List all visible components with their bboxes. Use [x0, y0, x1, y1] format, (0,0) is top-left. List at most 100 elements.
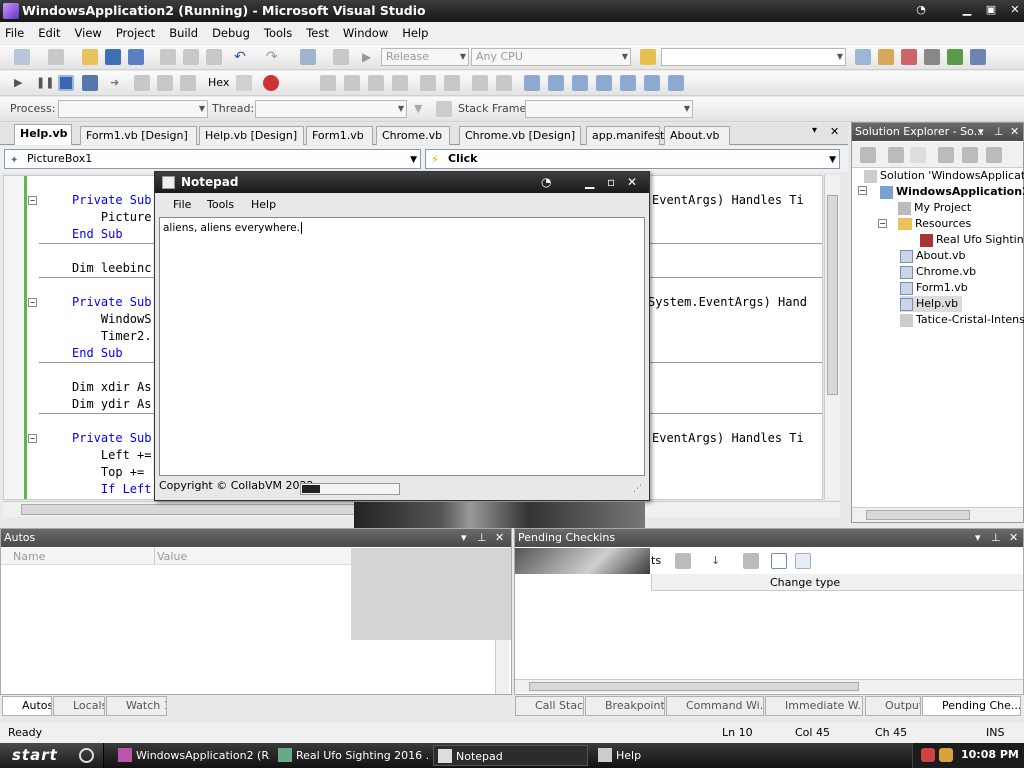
redo-icon[interactable]: ↷ [266, 49, 282, 65]
task-visual-studio[interactable]: WindowsApplication2 (R... [114, 745, 270, 766]
scrollbar-thumb[interactable] [529, 682, 859, 691]
menu-test[interactable]: Test [299, 22, 336, 44]
collapse-icon[interactable]: − [28, 434, 37, 443]
tab-form1-design[interactable]: Form1.vb [Design] [80, 126, 197, 145]
tree-about-vb[interactable]: About.vb [900, 248, 966, 264]
pane-menu-icon[interactable]: ▾ [978, 123, 984, 141]
solution-configuration-select[interactable]: Release ▼ [381, 48, 469, 66]
show-next-statement-icon[interactable]: ➜ [110, 75, 126, 91]
indent-decrease-icon[interactable] [420, 75, 436, 91]
menu-build[interactable]: Build [162, 22, 205, 44]
clock[interactable]: 10:08 PM [961, 748, 1019, 761]
uncomment-icon[interactable] [496, 75, 512, 91]
align-icon[interactable] [344, 75, 360, 91]
tab-immediate-window[interactable]: Immediate W... [765, 696, 863, 716]
notepad-menu-file[interactable]: File [173, 198, 191, 211]
column-header-name[interactable]: Name [13, 550, 45, 563]
open-icon[interactable] [82, 49, 98, 65]
autos-scrollbar[interactable] [495, 640, 509, 694]
clear-bookmarks-icon[interactable] [596, 75, 612, 91]
class-diagram-icon[interactable] [986, 147, 1002, 163]
tab-watch-1[interactable]: Watch 1 [106, 696, 167, 716]
tab-pending-checkins[interactable]: Pending Che... [922, 696, 1021, 716]
collapse-icon[interactable]: − [858, 186, 867, 195]
bookmark-folder-icon[interactable] [620, 75, 636, 91]
tab-output[interactable]: Output [865, 696, 921, 716]
view-designer-icon[interactable] [962, 147, 978, 163]
step-out-icon[interactable] [180, 75, 196, 91]
column-header-change-type[interactable]: Change type [770, 576, 840, 589]
new-project-icon[interactable] [14, 49, 30, 65]
pane-menu-icon[interactable]: ▾ [975, 529, 981, 547]
close-tab-icon[interactable]: ✕ [830, 125, 839, 138]
paste-icon[interactable] [206, 49, 222, 65]
tree-resource-file[interactable]: Real Ufo Sighting [920, 232, 1024, 248]
notepad-title-bar[interactable]: Notepad ◔ ▁ ▫ ✕ [155, 172, 649, 193]
pending-horizontal-scrollbar[interactable] [515, 679, 1023, 693]
properties-icon[interactable] [860, 147, 876, 163]
menu-tools[interactable]: Tools [257, 22, 299, 44]
tab-autos[interactable]: Autos [2, 696, 52, 716]
tray-icon[interactable] [921, 748, 935, 762]
tab-app-manifest[interactable]: app.manifest [586, 126, 664, 145]
stack-frame-select[interactable]: ▼ [525, 100, 693, 118]
find-in-files-icon[interactable] [640, 49, 656, 65]
notepad-menu-help[interactable]: Help [251, 198, 276, 211]
toolbox-icon[interactable] [924, 49, 940, 65]
save-icon[interactable] [105, 49, 121, 65]
menu-debug[interactable]: Debug [205, 22, 257, 44]
step-into-icon[interactable] [134, 75, 150, 91]
method-name-select[interactable]: ⚡ Click ▼ [425, 149, 840, 169]
close-icon[interactable]: ✕ [1009, 529, 1018, 547]
navigate-forward-icon[interactable] [333, 49, 349, 65]
maximize-button[interactable]: ▫ [607, 172, 615, 193]
tree-help-vb[interactable]: Help.vb [900, 296, 963, 312]
pointer-icon[interactable] [368, 75, 384, 91]
object-browser-icon[interactable] [901, 49, 917, 65]
add-item-icon[interactable] [48, 49, 64, 65]
find-combo[interactable]: ▼ [661, 48, 846, 66]
menu-window[interactable]: Window [336, 22, 395, 44]
menu-help[interactable]: Help [395, 22, 435, 44]
prev-bookmark-folder-icon[interactable] [644, 75, 660, 91]
close-button[interactable]: ✕ [627, 172, 637, 193]
editor-vertical-scrollbar[interactable] [824, 175, 840, 500]
pane-menu-icon[interactable]: ▾ [461, 529, 467, 547]
task-notepad[interactable]: Notepad [433, 745, 588, 766]
menu-edit[interactable]: Edit [31, 22, 67, 44]
update-icon[interactable] [675, 553, 691, 569]
filter-icon[interactable]: ▼ [414, 101, 430, 117]
pin-icon[interactable]: ⊥ [477, 529, 487, 547]
tab-locals[interactable]: Locals [53, 696, 105, 716]
layout-icon[interactable] [320, 75, 336, 91]
break-all-icon[interactable]: ❚❚ [36, 75, 54, 91]
close-button[interactable]: ✕ [1006, 2, 1024, 18]
start-button[interactable]: start [0, 743, 104, 768]
next-bookmark-folder-icon[interactable] [668, 75, 684, 91]
tab-help-design[interactable]: Help.vb [Design] [199, 126, 304, 145]
flag-thread-icon[interactable] [436, 101, 452, 117]
prev-bookmark-icon[interactable] [548, 75, 564, 91]
tab-command-window[interactable]: Command Wi... [666, 696, 764, 716]
copy-icon[interactable] [183, 49, 199, 65]
refresh-icon[interactable] [910, 147, 926, 163]
flat-view-icon[interactable] [771, 553, 787, 569]
breakpoint-toggle-icon[interactable] [236, 75, 252, 91]
collapse-icon[interactable]: − [28, 196, 37, 205]
show-all-files-icon[interactable] [888, 147, 904, 163]
start-icon[interactable]: ▶ [362, 49, 378, 65]
tab-breakpoints[interactable]: Breakpoints [585, 696, 665, 716]
collapse-icon[interactable]: − [878, 219, 887, 228]
help-icon[interactable]: ◔ [541, 172, 551, 193]
menu-project[interactable]: Project [109, 22, 162, 44]
font-size-icon[interactable] [392, 75, 408, 91]
menu-view[interactable]: View [68, 22, 109, 44]
tree-resources[interactable]: Resources [898, 216, 971, 232]
tree-chrome-vb[interactable]: Chrome.vb [900, 264, 976, 280]
start-page-icon[interactable] [947, 49, 963, 65]
indent-increase-icon[interactable] [444, 75, 460, 91]
pin-icon[interactable]: ⊥ [991, 529, 1001, 547]
comment-icon[interactable] [472, 75, 488, 91]
breakpoints-icon[interactable] [263, 75, 279, 91]
sort-icon[interactable]: ↓ [711, 553, 727, 569]
